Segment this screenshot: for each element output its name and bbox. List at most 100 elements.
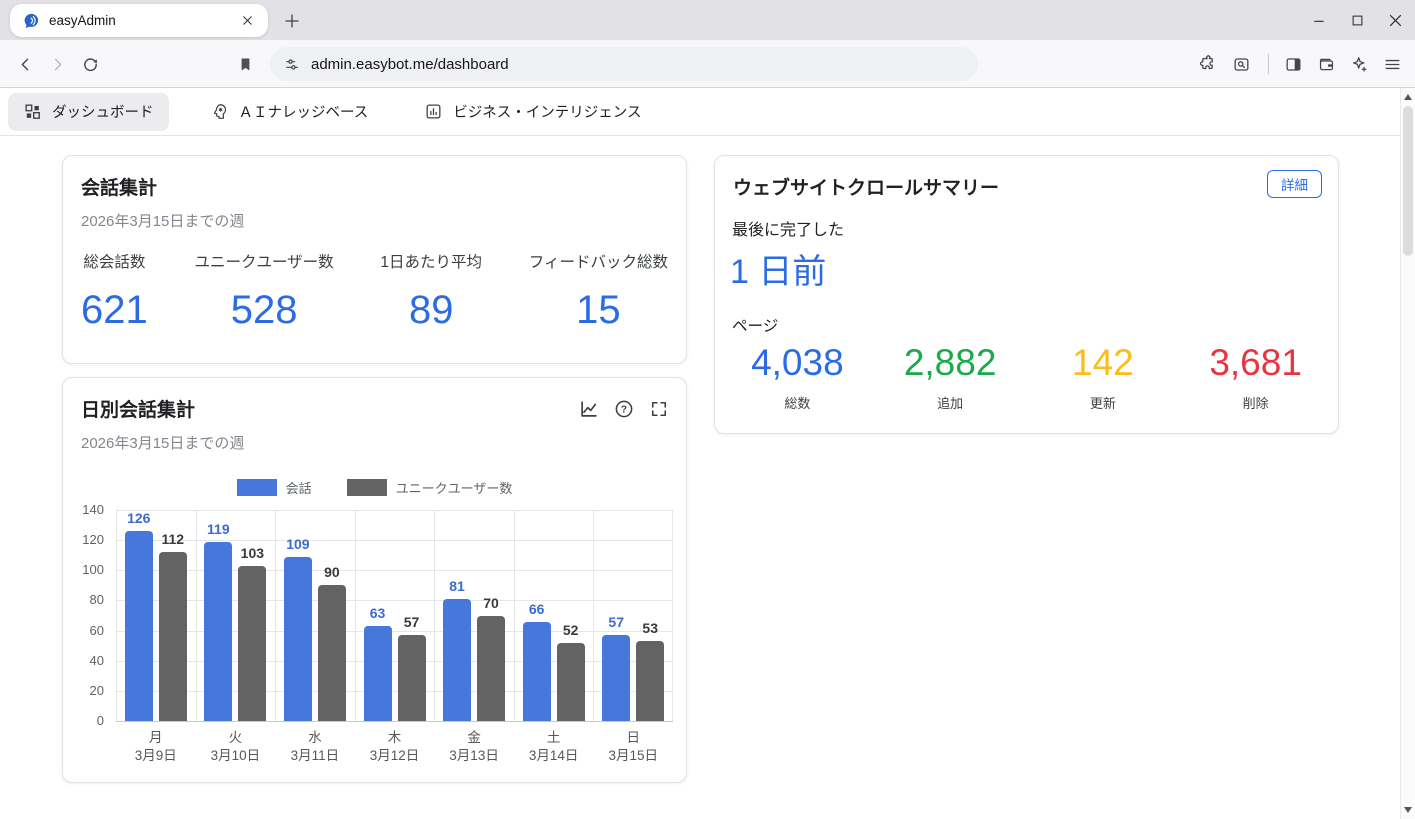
pages-label: ページ bbox=[732, 314, 778, 336]
chart-bar bbox=[204, 542, 232, 721]
x-tick-label: 金3月13日 bbox=[434, 729, 514, 765]
page-scrollbar[interactable] bbox=[1400, 88, 1415, 819]
ai-knowledge-icon bbox=[210, 102, 229, 121]
x-tick-label: 月3月9日 bbox=[116, 729, 196, 765]
grid-line bbox=[116, 600, 673, 601]
window-minimize-button[interactable] bbox=[1307, 8, 1331, 32]
card-title: ウェブサイトクロールサマリー bbox=[733, 173, 999, 200]
dashboard-icon bbox=[23, 102, 42, 121]
tab-title: easyAdmin bbox=[49, 13, 236, 28]
chart-bar bbox=[443, 599, 471, 721]
chart-bar bbox=[602, 635, 630, 721]
card-subtitle: 2026年3月15日までの週 bbox=[81, 432, 244, 453]
x-tick-label: 木3月12日 bbox=[355, 729, 435, 765]
dashboard-content: 会話集計 2026年3月15日までの週 総会話数 621 ユニークユーザー数 5… bbox=[0, 136, 1400, 819]
site-favicon-icon bbox=[22, 12, 40, 30]
chart-bar bbox=[125, 531, 153, 721]
svg-text:?: ? bbox=[621, 405, 627, 416]
y-tick-label: 80 bbox=[63, 592, 104, 607]
chart-bar-label: 90 bbox=[304, 564, 360, 580]
nav-item-label: ＡＩナレッジベース bbox=[239, 101, 369, 122]
y-tick-label: 100 bbox=[63, 562, 104, 577]
chart-bar bbox=[284, 557, 312, 721]
window-close-button[interactable] bbox=[1383, 8, 1407, 32]
y-tick-label: 60 bbox=[63, 623, 104, 638]
help-icon[interactable]: ? bbox=[613, 398, 635, 420]
chart-bar bbox=[477, 616, 505, 722]
legend-label: 会話 bbox=[286, 478, 312, 497]
chart-bar-label: 66 bbox=[509, 601, 565, 617]
stat-daily-average: 1日あたり平均 89 bbox=[380, 250, 482, 333]
legend-swatch-unique-users bbox=[347, 479, 387, 496]
scrollbar-down-arrow-icon[interactable] bbox=[1404, 807, 1412, 813]
forward-button[interactable] bbox=[41, 48, 73, 80]
window-maximize-button[interactable] bbox=[1345, 8, 1369, 32]
chart-bar-label: 126 bbox=[111, 510, 167, 526]
url-bar[interactable]: admin.easybot.me/dashboard bbox=[270, 47, 978, 81]
chart-bar bbox=[238, 566, 266, 721]
stat-pages-deleted: 3,681 削除 bbox=[1179, 342, 1332, 412]
x-tick-label: 日3月15日 bbox=[593, 729, 673, 765]
line-chart-toggle-icon[interactable] bbox=[578, 398, 600, 420]
legend-swatch-conversations bbox=[237, 479, 277, 496]
wallet-icon[interactable] bbox=[1310, 48, 1342, 80]
chart-bar bbox=[398, 635, 426, 721]
new-tab-button[interactable] bbox=[280, 9, 304, 33]
nav-item-dashboard[interactable]: ダッシュボード bbox=[8, 93, 169, 131]
chart-bar bbox=[318, 585, 346, 721]
grid-line bbox=[116, 691, 673, 692]
card-subtitle: 2026年3月15日までの週 bbox=[81, 210, 244, 231]
chart-plot-area: 126112119103109906357817066525753 bbox=[116, 510, 673, 721]
y-tick-label: 40 bbox=[63, 653, 104, 668]
stat-unique-users: ユニークユーザー数 528 bbox=[194, 250, 333, 333]
stat-pages-added: 2,882 追加 bbox=[874, 342, 1027, 412]
last-completed-label: 最後に完了した bbox=[732, 216, 844, 240]
browser-toolbar: admin.easybot.me/dashboard bbox=[0, 40, 1415, 88]
x-tick-label: 土3月14日 bbox=[514, 729, 594, 765]
url-text: admin.easybot.me/dashboard bbox=[311, 56, 509, 73]
stat-total-feedback: フィードバック総数 15 bbox=[529, 250, 668, 333]
scrollbar-thumb[interactable] bbox=[1403, 106, 1413, 256]
tab-close-icon[interactable] bbox=[236, 10, 258, 32]
x-tick-label: 水3月11日 bbox=[275, 729, 355, 765]
details-button[interactable]: 詳細 bbox=[1267, 170, 1322, 198]
conversation-summary-card: 会話集計 2026年3月15日までの週 総会話数 621 ユニークユーザー数 5… bbox=[62, 155, 687, 364]
chart-bar bbox=[364, 626, 392, 721]
legend-label: ユニークユーザー数 bbox=[396, 478, 513, 497]
chart-bar bbox=[636, 641, 664, 721]
sidebar-icon[interactable] bbox=[1277, 48, 1309, 80]
chart-bar bbox=[159, 552, 187, 721]
back-button[interactable] bbox=[9, 48, 41, 80]
chart-bar-label: 53 bbox=[622, 620, 678, 636]
browser-tab-strip: easyAdmin bbox=[0, 0, 1415, 40]
nav-item-business-intelligence[interactable]: ビジネス・インテリジェンス bbox=[409, 93, 656, 131]
nav-item-label: ダッシュボード bbox=[52, 101, 154, 122]
daily-conversation-chart-card: 日別会話集計 ? bbox=[62, 377, 687, 783]
stat-pages-total: 4,038 総数 bbox=[721, 342, 874, 412]
ai-sparkle-icon[interactable] bbox=[1343, 48, 1375, 80]
permissions-icon[interactable] bbox=[284, 56, 301, 73]
browser-tab[interactable]: easyAdmin bbox=[10, 4, 268, 37]
grid-line bbox=[116, 510, 673, 511]
chart-x-axis: 月3月9日火3月10日水3月11日木3月12日金3月13日土3月14日日3月15… bbox=[116, 729, 673, 769]
crawl-stats-row: 4,038 総数 2,882 追加 142 更新 3,681 削除 bbox=[721, 342, 1332, 412]
y-tick-label: 20 bbox=[63, 683, 104, 698]
y-tick-label: 140 bbox=[63, 502, 104, 517]
chart-bar-label: 109 bbox=[270, 536, 326, 552]
page-navbar: ダッシュボード ＡＩナレッジベース ビジネス・インテリジェンス bbox=[0, 88, 1400, 136]
scrollbar-up-arrow-icon[interactable] bbox=[1404, 94, 1412, 100]
stat-total-conversations: 総会話数 621 bbox=[81, 250, 148, 333]
toolbar-separator bbox=[1268, 54, 1269, 74]
reload-button[interactable] bbox=[74, 48, 106, 80]
menu-icon[interactable] bbox=[1376, 48, 1408, 80]
search-tabs-icon[interactable] bbox=[1225, 48, 1257, 80]
bookmark-icon[interactable] bbox=[229, 48, 261, 80]
last-completed-value: 1 日前 bbox=[730, 244, 826, 293]
grid-line bbox=[116, 661, 673, 662]
nav-item-ai-knowledge-base[interactable]: ＡＩナレッジベース bbox=[195, 93, 384, 131]
grid-line bbox=[116, 510, 117, 721]
fullscreen-icon[interactable] bbox=[648, 398, 670, 420]
page-viewport: ダッシュボード ＡＩナレッジベース ビジネス・インテリジェンス 会話集計 202… bbox=[0, 88, 1415, 819]
extensions-icon[interactable] bbox=[1191, 48, 1223, 80]
chart-y-axis: 020406080100120140 bbox=[63, 510, 108, 721]
